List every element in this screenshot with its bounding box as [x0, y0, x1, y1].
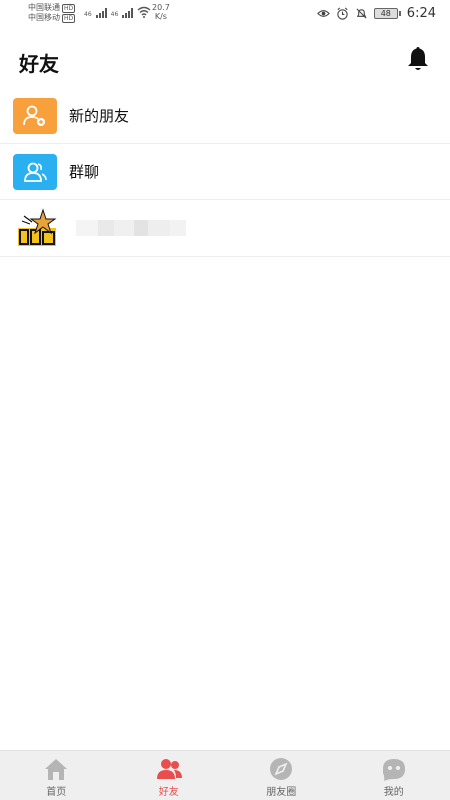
blurred-friend-name [76, 220, 186, 236]
speed-unit: K/s [154, 12, 167, 21]
group-chat-avatar [13, 153, 57, 190]
eye-icon [316, 10, 330, 17]
mute-bell-icon [356, 8, 367, 19]
list-item-friend[interactable] [0, 200, 450, 257]
user-avatar-image [16, 208, 58, 248]
network-type: 46 [110, 11, 119, 18]
group-icon [24, 162, 47, 182]
friends-icon [156, 759, 182, 779]
page-title: 好友 [19, 52, 59, 76]
wifi-icon [137, 6, 151, 18]
battery-icon: 48 [373, 8, 401, 19]
page-header: 好友 [0, 40, 450, 82]
avatar [16, 208, 58, 248]
signal-icon [95, 8, 107, 18]
network-speed: 20.7 K/s [152, 3, 170, 21]
signal-indicators: 46 46 [84, 6, 151, 18]
alarm-icon [337, 7, 348, 20]
tab-label: 朋友圈 [266, 787, 297, 798]
friend-list: 新的朋友 群聊 [0, 88, 450, 257]
speed-value: 20.7 [152, 3, 170, 12]
hd-badge: HD [62, 13, 76, 23]
compass-icon [270, 758, 293, 780]
tab-label: 好友 [158, 787, 179, 798]
tab-home[interactable]: 首页 [0, 751, 113, 800]
list-item-group-chat[interactable]: 群聊 [0, 144, 450, 200]
carrier-info: 中国联通 HD 中国移动 HD [28, 3, 76, 23]
status-icons: 48 6:24 [316, 6, 436, 21]
tab-label: 首页 [46, 787, 67, 798]
tab-moments[interactable]: 朋友圈 [225, 751, 338, 800]
tab-label: 我的 [383, 787, 404, 798]
tab-friends[interactable]: 好友 [113, 751, 226, 800]
tab-mine[interactable]: 我的 [338, 751, 450, 800]
list-item-label: 群聊 [69, 163, 100, 181]
new-friends-avatar [13, 97, 57, 134]
signal-icon [122, 8, 134, 18]
profile-icon [382, 759, 405, 781]
carrier-2: 中国移动 [28, 13, 60, 22]
battery-level: 48 [373, 8, 398, 19]
clock: 6:24 [406, 6, 436, 21]
network-type: 46 [84, 11, 92, 18]
bottom-tab-bar: 首页 好友 朋友圈 我的 [0, 750, 450, 800]
carrier-1: 中国联通 [28, 3, 60, 12]
add-user-icon [23, 105, 45, 126]
list-item-label: 新的朋友 [69, 107, 130, 125]
status-bar: 中国联通 HD 中国移动 HD 46 46 20.7 K/s 48 6:24 [0, 0, 450, 28]
hd-badge: HD [62, 3, 76, 13]
list-item-new-friends[interactable]: 新的朋友 [0, 88, 450, 144]
home-icon [45, 759, 68, 780]
bell-icon[interactable] [406, 46, 430, 72]
